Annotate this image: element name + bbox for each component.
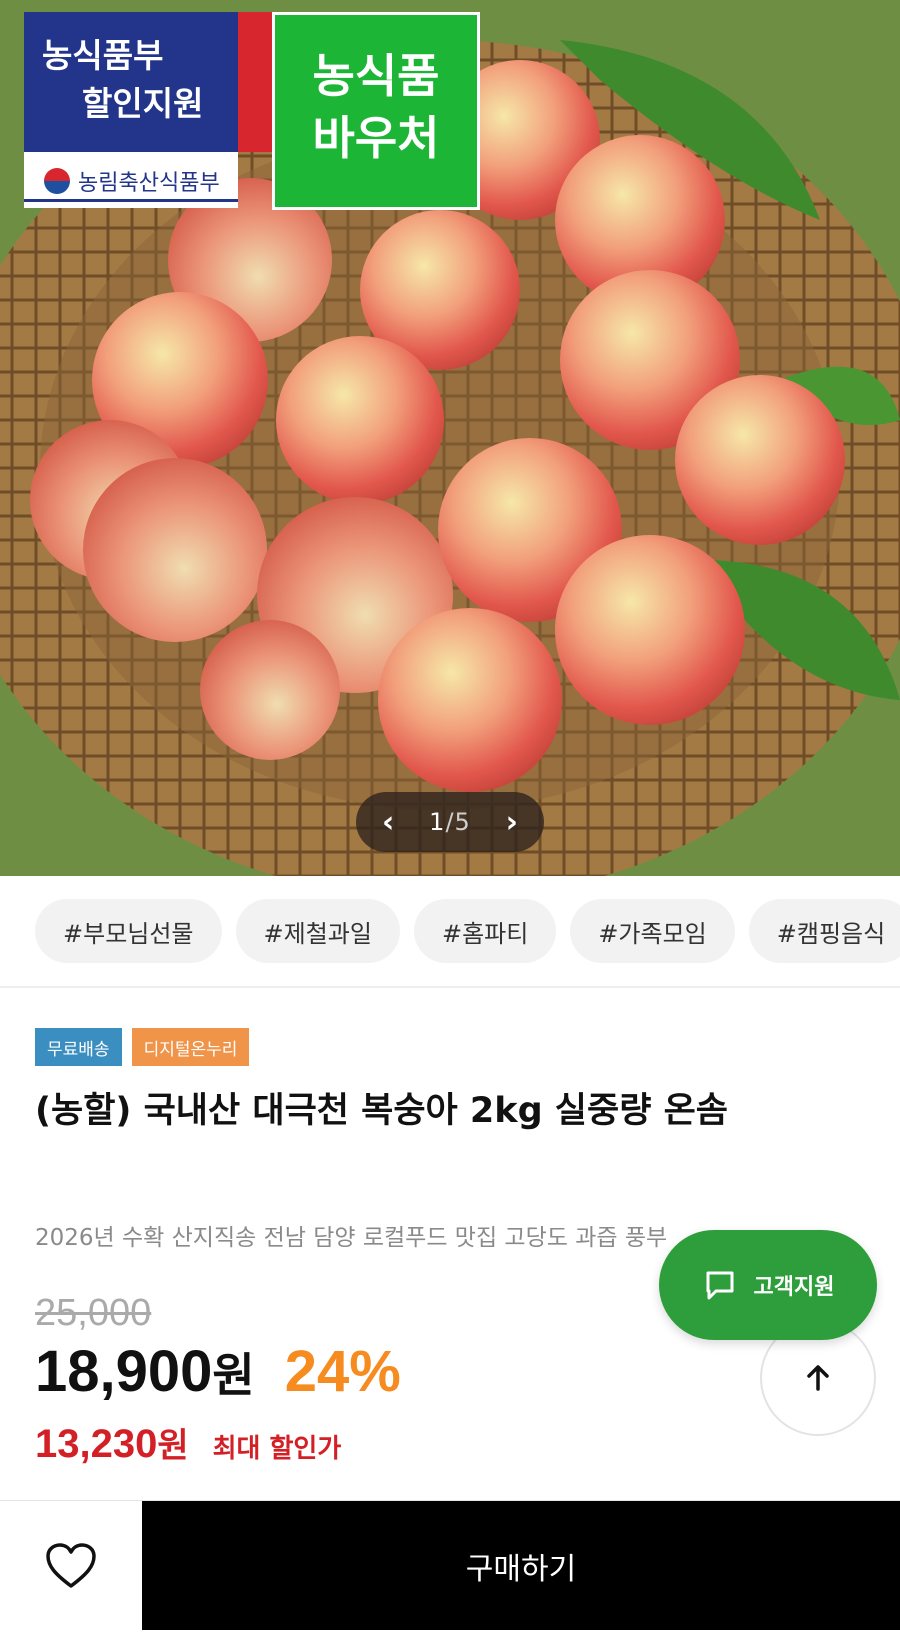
hashtag-chip[interactable]: #제철과일 [235,899,400,963]
voucher-line2: 바우처 [312,111,440,165]
gov-discount-badge: 농식품부 할인지원 농림축산식품부 [24,12,238,208]
digital-onnuri-label: 디지털온누리 [131,1028,250,1066]
chevron-right-icon[interactable]: › [506,805,518,840]
buy-button[interactable]: 구매하기 [142,1501,900,1630]
voucher-line1: 농식품 [312,49,440,103]
max-discount-row: 13,230원 최대 할인가 [35,1418,341,1467]
max-discount-price: 13,230원 [35,1418,189,1467]
discount-rate: 24% [284,1339,401,1404]
product-labels: 무료배송 디지털온누리 [35,1028,250,1066]
voucher-badge: 농식품 바우처 [272,12,480,210]
pager-current: 1 [429,808,446,836]
max-discount-label: 최대 할인가 [212,1434,342,1464]
product-image-carousel[interactable]: 농식품부 할인지원 농림축산식품부 농식품 바우처 ‹ 1/5 › [0,0,900,876]
pager-total: /5 [445,808,471,836]
hashtag-list: #부모님선물 #제철과일 #홈파티 #가족모임 #캠핑음식 [0,876,900,988]
ministry-name: 농림축산식품부 [78,170,220,196]
original-price: 25,000 [35,1292,152,1334]
ministry-logo: 농림축산식품부 [24,162,238,202]
badge-line1: 농식품부 [42,36,164,75]
gov-discount-badge-text: 농식품부 할인지원 [24,12,238,152]
badge-divider [238,12,272,152]
customer-support-button[interactable]: 고객지원 [659,1230,877,1340]
hashtag-chip[interactable]: #홈파티 [413,899,557,963]
customer-support-label: 고객지원 [753,1275,835,1300]
sale-price-unit: 원 [212,1348,255,1402]
hashtag-chip[interactable]: #부모님선물 [35,899,222,963]
hashtag-chip[interactable]: #가족모임 [570,899,735,963]
heart-icon [46,1543,96,1588]
pager-count: 1/5 [429,808,471,836]
chevron-left-icon[interactable]: ‹ [382,805,394,840]
price-row: 18,900원 24% [35,1338,401,1405]
free-shipping-label: 무료배송 [35,1028,122,1066]
product-title: (농할) 국내산 대극천 복숭아 2kg 실중량 온솜 [35,1091,728,1131]
image-pager: ‹ 1/5 › [356,792,544,852]
badge-line2: 할인지원 [82,84,204,123]
max-price-value: 13,230 [35,1422,158,1466]
chat-icon [706,1271,734,1300]
arrow-up-icon [807,1365,829,1391]
bottom-action-bar: 구매하기 [0,1500,900,1630]
hashtag-chip[interactable]: #캠핑음식 [748,899,900,963]
taegeuk-icon [44,167,70,194]
sale-price: 18,900원 [35,1338,255,1405]
max-price-unit: 원 [157,1426,189,1466]
wishlist-button[interactable] [0,1501,142,1631]
sale-price-value: 18,900 [35,1339,213,1404]
